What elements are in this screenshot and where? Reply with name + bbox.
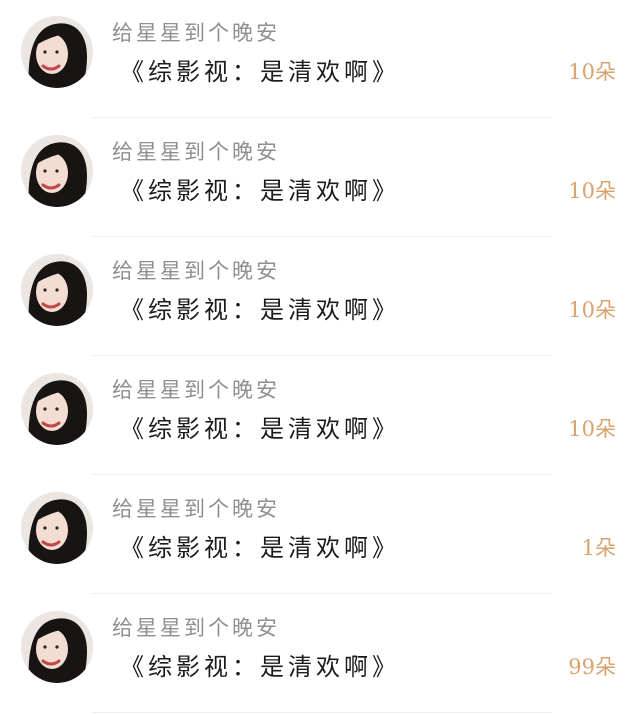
user-avatar[interactable] xyxy=(21,492,93,564)
book-title[interactable]: 《综影视：是清欢啊》 xyxy=(120,290,400,325)
gift-action-text: 给星星到个晚安 xyxy=(112,140,280,164)
avatar-photo-icon xyxy=(21,611,93,683)
avatar-photo-icon xyxy=(21,135,93,207)
gift-action-text: 给星星到个晚安 xyxy=(112,21,280,45)
list-item[interactable]: 给星星到个晚安 《综影视：是清欢啊》 99朵 xyxy=(0,595,640,714)
book-title[interactable]: 《综影视：是清欢啊》 xyxy=(120,647,400,682)
row-divider xyxy=(92,593,552,594)
user-avatar[interactable] xyxy=(21,254,93,326)
row-divider xyxy=(92,117,552,118)
user-avatar[interactable] xyxy=(21,16,93,88)
gift-action-text: 给星星到个晚安 xyxy=(112,378,280,402)
book-title[interactable]: 《综影视：是清欢啊》 xyxy=(120,52,400,87)
gift-action-text: 给星星到个晚安 xyxy=(112,497,280,521)
list-item[interactable]: 给星星到个晚安 《综影视：是清欢啊》 10朵 xyxy=(0,119,640,238)
gift-count: 1朵 xyxy=(581,536,616,560)
avatar-photo-icon xyxy=(21,16,93,88)
book-title[interactable]: 《综影视：是清欢啊》 xyxy=(120,528,400,563)
gift-count: 10朵 xyxy=(568,417,616,441)
book-title[interactable]: 《综影视：是清欢啊》 xyxy=(120,409,400,444)
user-avatar[interactable] xyxy=(21,611,93,683)
gift-count: 10朵 xyxy=(568,298,616,322)
user-avatar[interactable] xyxy=(21,373,93,445)
gift-count: 99朵 xyxy=(568,655,616,679)
gift-record-list: 给星星到个晚安 《综影视：是清欢啊》 10朵 给星星到个晚安 《综影视：是清欢啊… xyxy=(0,0,640,713)
list-item[interactable]: 给星星到个晚安 《综影视：是清欢啊》 10朵 xyxy=(0,0,640,119)
row-divider xyxy=(92,236,552,237)
avatar-photo-icon xyxy=(21,492,93,564)
user-avatar[interactable] xyxy=(21,135,93,207)
list-item[interactable]: 给星星到个晚安 《综影视：是清欢啊》 1朵 xyxy=(0,476,640,595)
list-item[interactable]: 给星星到个晚安 《综影视：是清欢啊》 10朵 xyxy=(0,238,640,357)
list-item[interactable]: 给星星到个晚安 《综影视：是清欢啊》 10朵 xyxy=(0,357,640,476)
book-title[interactable]: 《综影视：是清欢啊》 xyxy=(120,171,400,206)
gift-count: 10朵 xyxy=(568,60,616,84)
row-divider xyxy=(92,355,552,356)
gift-action-text: 给星星到个晚安 xyxy=(112,616,280,640)
avatar-photo-icon xyxy=(21,373,93,445)
gift-action-text: 给星星到个晚安 xyxy=(112,259,280,283)
row-divider xyxy=(92,474,552,475)
avatar-photo-icon xyxy=(21,254,93,326)
gift-count: 10朵 xyxy=(568,179,616,203)
